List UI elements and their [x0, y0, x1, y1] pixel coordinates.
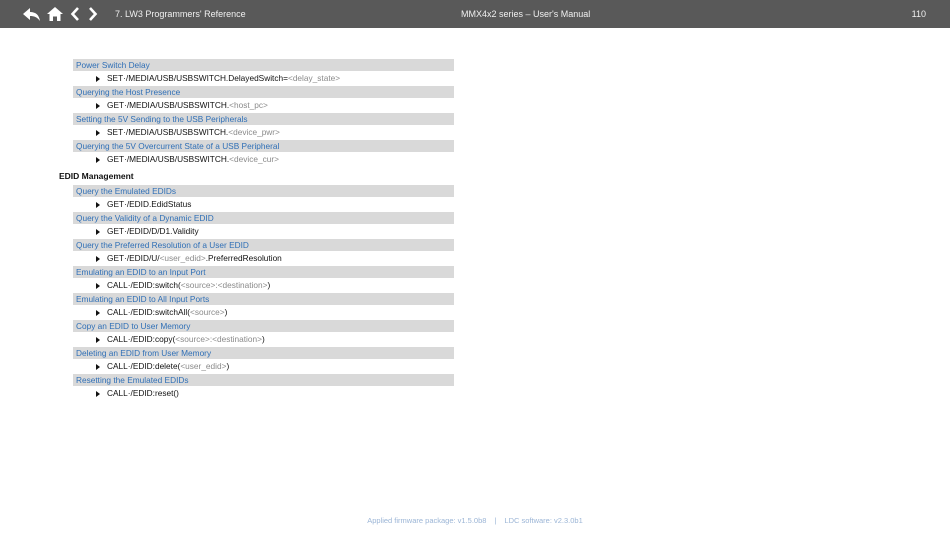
- chevron-left-icon[interactable]: [70, 6, 80, 22]
- edid-command-list: Query the Emulated EDIDs GET·/EDID.EdidSt…: [0, 185, 950, 401]
- bullet-triangle-icon: [96, 282, 100, 289]
- command-parameter: <user_edid>: [180, 361, 227, 371]
- command-parameter: <device_cur>: [229, 154, 279, 164]
- command-parameter: <host_pc>: [229, 100, 268, 110]
- bullet-triangle-icon: [96, 390, 100, 397]
- bullet-triangle-icon: [96, 309, 100, 316]
- bullet-triangle-icon: [96, 156, 100, 163]
- group-heading-link[interactable]: Setting the 5V Sending to the USB Periph…: [73, 113, 454, 125]
- bullet-triangle-icon: [96, 129, 100, 136]
- group-heading-link[interactable]: Emulating an EDID to an Input Port: [73, 266, 454, 278]
- chevron-right-icon[interactable]: [88, 6, 98, 22]
- command-prefix: CALL·/EDID:delete(: [107, 361, 181, 371]
- command-line: CALL·/EDID:switchAll(<source>): [96, 305, 950, 320]
- group-heading-link[interactable]: Emulating an EDID to All Input Ports: [73, 293, 454, 305]
- command-prefix: GET·/MEDIA/USB/USBSWITCH.: [107, 154, 230, 164]
- command-line: SET·/MEDIA/USB/USBSWITCH.DelayedSwitch= <…: [96, 71, 950, 86]
- command-parameter: <source>: [190, 307, 225, 317]
- command-line: GET·/MEDIA/USB/USBSWITCH. <host_pc>: [96, 98, 950, 113]
- command-prefix: GET·/EDID/D/D1.Validity: [107, 226, 199, 236]
- manual-title: MMX4x2 series – User's Manual: [461, 9, 591, 19]
- command-prefix: GET·/EDID/U/: [107, 253, 160, 263]
- command-line: GET·/EDID/U/<user_edid> .PreferredResolut…: [96, 251, 950, 266]
- command-suffix: ): [261, 334, 265, 344]
- command-line: SET·/MEDIA/USB/USBSWITCH. <device_pwr>: [96, 125, 950, 140]
- bullet-triangle-icon: [96, 255, 100, 262]
- top-bar: 7. LW3 Programmers' Reference MMX4x2 ser…: [0, 0, 950, 28]
- command-prefix: CALL·/EDID:reset(): [107, 388, 179, 398]
- home-icon[interactable]: [46, 6, 64, 22]
- command-parameter: <source>:<destination>: [180, 280, 268, 290]
- command-prefix: GET·/MEDIA/USB/USBSWITCH.: [107, 100, 230, 110]
- group-heading-link[interactable]: Deleting an EDID from User Memory: [73, 347, 454, 359]
- nav-buttons: [22, 6, 98, 22]
- command-parameter: <device_pwr>: [228, 127, 280, 137]
- command-line: CALL·/EDID:copy(<source>:<destination>): [96, 332, 950, 347]
- command-prefix: CALL·/EDID:copy(: [107, 334, 176, 344]
- command-line: GET·/MEDIA/USB/USBSWITCH. <device_cur>: [96, 152, 950, 167]
- command-suffix: ): [267, 280, 271, 290]
- group-heading-link[interactable]: Query the Validity of a Dynamic EDID: [73, 212, 454, 224]
- bullet-triangle-icon: [96, 102, 100, 109]
- command-parameter: <source>:<destination>: [175, 334, 262, 344]
- command-line: CALL·/EDID:reset(): [96, 386, 950, 401]
- command-prefix: CALL·/EDID:switchAll(: [107, 307, 190, 317]
- page-number: 110: [911, 9, 926, 19]
- command-prefix: SET·/MEDIA/USB/USBSWITCH.: [107, 127, 229, 137]
- chapter-title[interactable]: 7. LW3 Programmers' Reference: [115, 0, 246, 28]
- group-heading-link[interactable]: Query the Preferred Resolution of a User…: [73, 239, 454, 251]
- ldc-version: LDC software: v2.3.0b1: [504, 516, 583, 525]
- toc-content: Power Switch Delay SET·/MEDIA/USB/USBSWIT…: [0, 59, 950, 401]
- firmware-version: Applied firmware package: v1.5.0b8: [367, 516, 487, 525]
- command-suffix: ): [224, 307, 228, 317]
- usb-command-list: Power Switch Delay SET·/MEDIA/USB/USBSWIT…: [0, 59, 950, 167]
- command-prefix: SET·/MEDIA/USB/USBSWITCH.DelayedSwitch=: [107, 73, 288, 83]
- group-heading-link[interactable]: Copy an EDID to User Memory: [73, 320, 454, 332]
- footer-separator: |: [494, 516, 497, 525]
- bullet-triangle-icon: [96, 336, 100, 343]
- undo-back-icon[interactable]: [22, 6, 42, 22]
- command-prefix: GET·/EDID.EdidStatus: [107, 199, 192, 209]
- group-heading-link[interactable]: Resetting the Emulated EDIDs: [73, 374, 454, 386]
- command-line: GET·/EDID/D/D1.Validity: [96, 224, 950, 239]
- command-suffix: .PreferredResolution: [205, 253, 282, 263]
- command-suffix: ): [226, 361, 230, 371]
- bullet-triangle-icon: [96, 228, 100, 235]
- command-parameter: <user_edid>: [159, 253, 206, 263]
- command-parameter: <delay_state>: [287, 73, 341, 83]
- command-line: CALL·/EDID:delete(<user_edid>): [96, 359, 950, 374]
- group-heading-link[interactable]: Power Switch Delay: [73, 59, 454, 71]
- group-heading-link[interactable]: Query the Emulated EDIDs: [73, 185, 454, 197]
- section-title-edid: EDID Management: [59, 171, 134, 181]
- command-line: CALL·/EDID:switch(<source>:<destination>…: [96, 278, 950, 293]
- group-heading-link[interactable]: Querying the 5V Overcurrent State of a U…: [73, 140, 454, 152]
- bullet-triangle-icon: [96, 363, 100, 370]
- bullet-triangle-icon: [96, 75, 100, 82]
- command-prefix: CALL·/EDID:switch(: [107, 280, 181, 290]
- bullet-triangle-icon: [96, 201, 100, 208]
- group-heading-link[interactable]: Querying the Host Presence: [73, 86, 454, 98]
- command-line: GET·/EDID.EdidStatus: [96, 197, 950, 212]
- footer: Applied firmware package: v1.5.0b8 | LDC s…: [0, 516, 950, 525]
